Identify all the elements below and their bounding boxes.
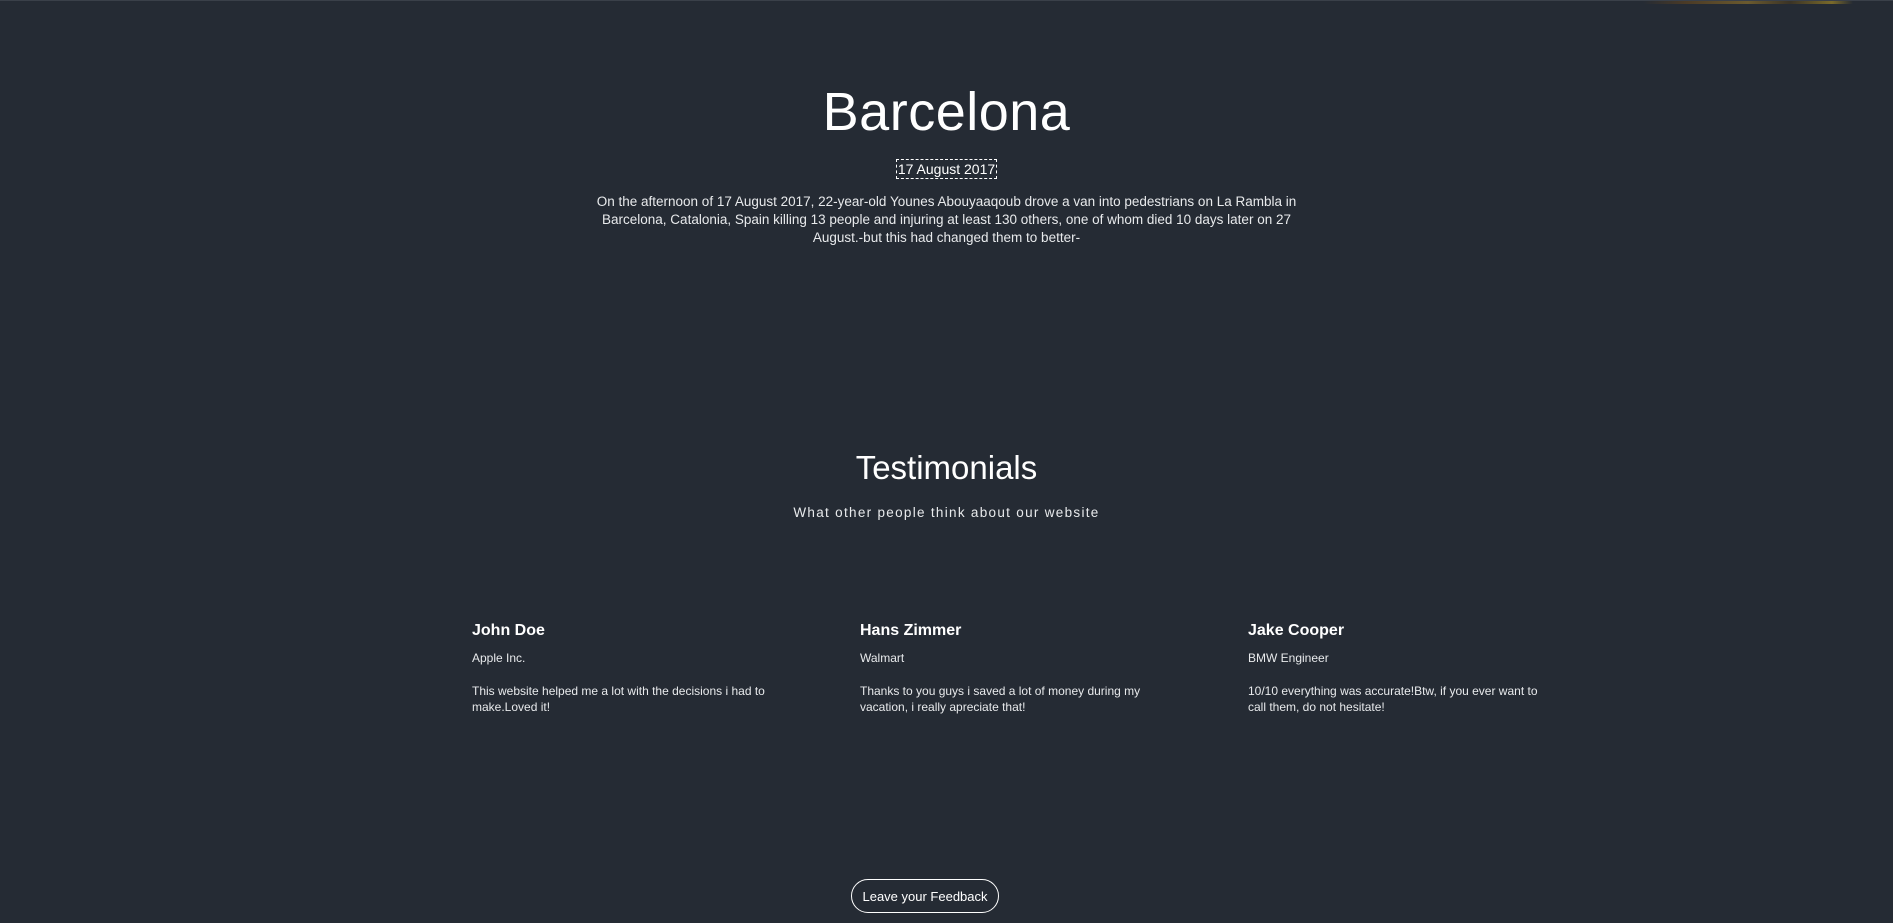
testimonials-title: Testimonials <box>855 449 1038 486</box>
page-title: Barcelona <box>822 82 1071 142</box>
testimonial-text: 10/10 everything was accurate!Btw, if yo… <box>1248 684 1538 714</box>
hero-description: On the afternoon of 17 August 2017, 22-y… <box>596 194 1297 245</box>
testimonial-company: Walmart <box>860 651 905 665</box>
page: Barcelona 17 August 2017 On the afternoo… <box>0 0 1893 923</box>
testimonial-text: This website helped me a lot with the de… <box>472 684 765 714</box>
testimonial-company: Apple Inc. <box>472 651 526 665</box>
testimonial-card: John Doe Apple Inc. This website helped … <box>472 621 782 715</box>
testimonials-subtitle: What other people think about our websit… <box>793 505 1100 520</box>
testimonial-name: Jake Cooper <box>1248 622 1345 639</box>
leave-feedback-button[interactable]: Leave your Feedback <box>851 879 999 913</box>
testimonial-company: BMW Engineer <box>1248 651 1329 665</box>
testimonial-card: Hans Zimmer Walmart Thanks to you guys i… <box>860 621 1170 715</box>
testimonial-text: Thanks to you guys i saved a lot of mone… <box>860 684 1141 714</box>
testimonial-name: John Doe <box>472 622 545 639</box>
corner-image-strip <box>1643 1 1853 4</box>
testimonial-card: Jake Cooper BMW Engineer 10/10 everythin… <box>1248 621 1558 715</box>
hero-section: Barcelona 17 August 2017 On the afternoo… <box>0 79 1893 247</box>
date-link[interactable]: 17 August 2017 <box>895 159 998 179</box>
testimonial-name: Hans Zimmer <box>860 622 962 639</box>
testimonials-header: Testimonials What other people think abo… <box>0 447 1893 520</box>
